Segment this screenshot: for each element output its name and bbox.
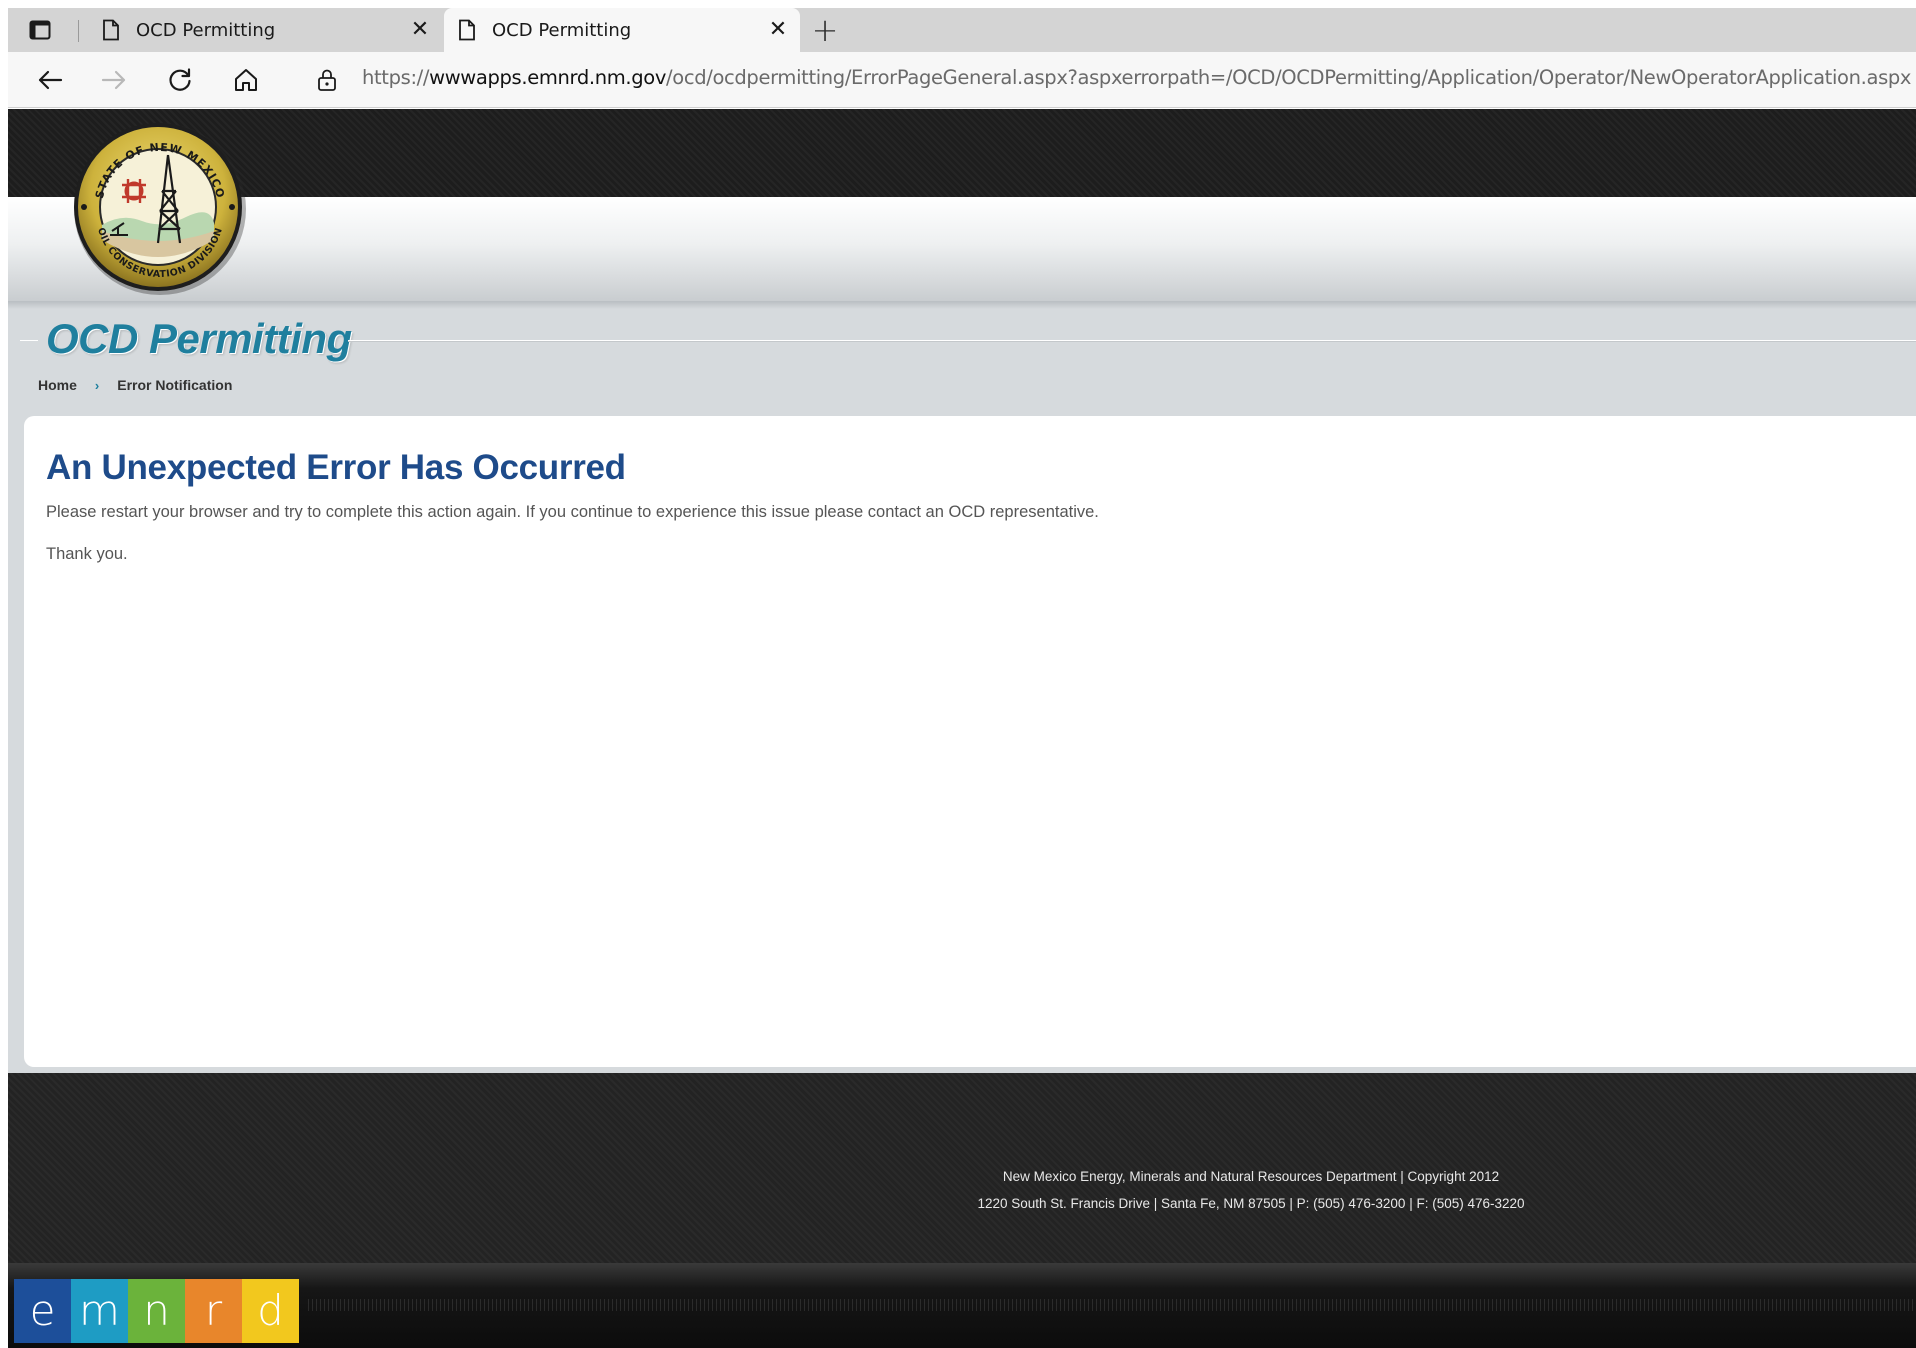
url-host: wwwapps.emnrd.nm.gov [429, 66, 667, 89]
breadcrumb-chevron-icon: › [94, 377, 100, 393]
breadcrumb-current: Error Notification [117, 377, 233, 393]
bottom-bar-texture [308, 1299, 1916, 1311]
emnrd-logo-letter-e: e [14, 1279, 71, 1343]
lock-icon[interactable] [316, 68, 338, 92]
emnrd-logo-letter-n: n [128, 1279, 185, 1343]
breadcrumb-home-link[interactable]: Home [38, 377, 77, 393]
header-dark-band [8, 109, 1916, 197]
browser-navigation-bar: https://wwwapps.emnrd.nm.gov/ocd/ocdperm… [8, 52, 1916, 108]
tab-actions-icon[interactable] [22, 16, 58, 44]
refresh-icon[interactable] [164, 64, 196, 96]
new-tab-button[interactable]: + [808, 14, 842, 48]
url-path: /ocd/ocdpermitting/ErrorPageGeneral.aspx… [666, 66, 1912, 89]
close-tab-icon[interactable]: ✕ [766, 18, 790, 42]
page-icon [103, 19, 119, 41]
title-rule-left [20, 340, 38, 341]
header-shadow [8, 301, 1916, 309]
bottom-bar: e m n r d [8, 1263, 1916, 1348]
emnrd-logo[interactable]: e m n r d [14, 1279, 299, 1343]
emnrd-logo-letter-m: m [71, 1279, 128, 1343]
tab-title: OCD Permitting [136, 19, 276, 41]
error-message: Please restart your browser and try to c… [46, 503, 1099, 521]
emnrd-logo-letter-d: d [242, 1279, 299, 1343]
close-tab-icon[interactable]: ✕ [408, 18, 432, 42]
header-light-band [8, 197, 1916, 301]
emnrd-logo-letter-r: r [185, 1279, 242, 1343]
url-scheme: https:// [362, 66, 430, 89]
error-heading: An Unexpected Error Has Occurred [46, 448, 626, 487]
footer: New Mexico Energy, Minerals and Natural … [8, 1073, 1916, 1263]
home-icon[interactable] [230, 64, 262, 96]
browser-tab-2-active[interactable]: OCD Permitting ✕ [444, 8, 800, 52]
browser-tab-1[interactable]: OCD Permitting ✕ [88, 8, 442, 52]
tab-divider [78, 20, 79, 42]
tab-title: OCD Permitting [492, 19, 632, 41]
page-icon [459, 19, 475, 41]
app-title: OCD Permitting [46, 315, 352, 362]
title-rule [348, 340, 1916, 341]
footer-copyright: New Mexico Energy, Minerals and Natural … [1002, 1169, 1500, 1184]
page-body: STATE OF NEW MEXICO OIL CONSERVATION DIV… [8, 109, 1916, 1348]
main-content-panel: An Unexpected Error Has Occurred Please … [24, 416, 1916, 1067]
address-bar-url[interactable]: https://wwwapps.emnrd.nm.gov/ocd/ocdperm… [362, 66, 1911, 89]
back-arrow-icon[interactable] [34, 64, 66, 96]
breadcrumb: Home › Error Notification [38, 377, 232, 393]
oil-conservation-division-seal-logo[interactable]: STATE OF NEW MEXICO OIL CONSERVATION DIV… [72, 121, 248, 297]
thank-you-text: Thank you. [46, 545, 128, 563]
forward-arrow-icon[interactable] [98, 64, 130, 96]
footer-address: 1220 South St. Francis Drive | Santa Fe,… [977, 1196, 1525, 1211]
browser-tab-strip: OCD Permitting ✕ OCD Permitting ✕ + [8, 8, 1916, 52]
